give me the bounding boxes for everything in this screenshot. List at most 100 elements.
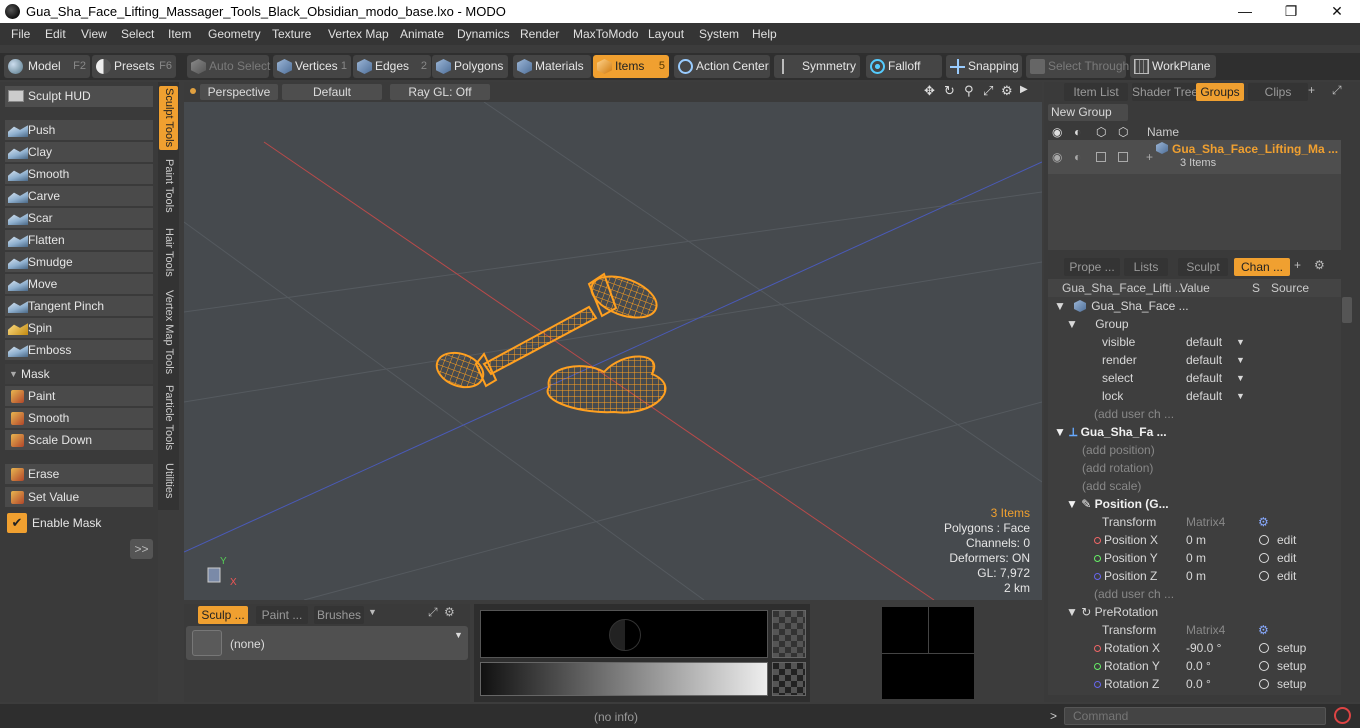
menu-select[interactable]: Select <box>121 27 154 41</box>
tool-tangent-pinch[interactable]: Tangent Pinch <box>5 296 153 317</box>
mask-erase[interactable]: Erase <box>5 464 153 485</box>
menu-layout[interactable]: Layout <box>648 27 684 41</box>
viewport-settings-gear-icon[interactable]: ⚙ <box>1001 83 1013 99</box>
tool-spin[interactable]: Spin <box>5 318 153 339</box>
tab-paint-brushes[interactable]: Paint ... <box>256 606 308 624</box>
model-button[interactable]: Model F2 <box>4 55 90 78</box>
checkmark-icon[interactable]: ✔ <box>7 513 27 533</box>
menu-texture[interactable]: Texture <box>272 27 311 41</box>
channel-row[interactable]: Position Z 0 m edit <box>1054 567 1341 585</box>
tool-smudge[interactable]: Smudge <box>5 252 153 273</box>
channel-row[interactable]: (add user ch ... <box>1054 585 1341 603</box>
tab-channels[interactable]: Chan ... <box>1234 258 1290 276</box>
group-render-icon[interactable]: ◐ <box>1074 150 1081 164</box>
channel-row[interactable]: Position Y 0 m edit <box>1054 549 1341 567</box>
channel-row[interactable]: select default ▼ <box>1054 369 1341 387</box>
tab-properties[interactable]: Prope ... <box>1064 258 1120 276</box>
tool-smooth[interactable]: Smooth <box>5 164 153 185</box>
menu-file[interactable]: File <box>11 27 30 41</box>
tab-item-list[interactable]: Item List <box>1064 83 1128 101</box>
tab-brushes[interactable]: Brushes <box>314 606 364 624</box>
channel-row[interactable]: ▼ ↻ PreRotation <box>1054 603 1341 621</box>
auto-select-button[interactable]: Auto Select <box>187 55 270 78</box>
menu-help[interactable]: Help <box>752 27 777 41</box>
channel-row[interactable]: (add user ch ... <box>1054 405 1341 423</box>
tab-groups[interactable]: Groups <box>1196 83 1244 101</box>
tab-vertex-map-tools[interactable]: Vertex Map Tools <box>159 288 178 376</box>
dropdown-arrow-icon[interactable]: ▼ <box>1236 387 1245 405</box>
close-button[interactable]: ✕ <box>1314 0 1360 23</box>
3d-viewport[interactable]: Perspective Default Ray GL: Off ✥ ↻ ⚲ ⤢ … <box>184 82 1042 600</box>
channels-scrollbar[interactable] <box>1342 297 1352 323</box>
dropdown-arrow-icon[interactable]: ▼ <box>1236 369 1245 387</box>
expand-button[interactable]: >> <box>130 539 153 559</box>
keyframe-circle-icon[interactable] <box>1259 553 1269 563</box>
tool-carve[interactable]: Carve <box>5 186 153 207</box>
channels-settings-gear-icon[interactable]: ⚙ <box>1314 258 1325 272</box>
new-group-button[interactable]: New Group <box>1048 104 1128 121</box>
shading-default-button[interactable]: Default <box>282 84 382 100</box>
menu-vertex-map[interactable]: Vertex Map <box>328 27 389 41</box>
viewport-more-arrow-icon[interactable]: ▶ <box>1020 84 1028 95</box>
keyframe-circle-icon[interactable] <box>1259 679 1269 689</box>
tool-emboss[interactable]: Emboss <box>5 340 153 361</box>
command-input[interactable] <box>1064 707 1326 725</box>
group-select-checkbox[interactable] <box>1096 152 1106 162</box>
texture-alpha-swatch[interactable] <box>772 610 806 658</box>
menu-animate[interactable]: Animate <box>400 27 444 41</box>
channel-row[interactable]: ▼ ✎ Position (G... <box>1054 495 1341 513</box>
sculpt-hud-button[interactable]: Sculpt HUD <box>5 86 153 108</box>
menu-system[interactable]: System <box>699 27 739 41</box>
items-button[interactable]: Items 5 <box>593 55 669 78</box>
tool-flatten[interactable]: Flatten <box>5 230 153 251</box>
link-gear-icon[interactable]: ⚙ <box>1258 513 1269 531</box>
action-center-button[interactable]: Action Center <box>674 55 770 78</box>
menu-item[interactable]: Item <box>168 27 191 41</box>
keyframe-circle-icon[interactable] <box>1259 661 1269 671</box>
vertices-button[interactable]: Vertices 1 <box>273 55 351 78</box>
tab-sculpt-tools[interactable]: Sculpt Tools <box>159 86 178 150</box>
brush-preset-selector[interactable]: (none) ▼ <box>186 626 468 660</box>
minimize-button[interactable]: — <box>1222 0 1268 23</box>
snapping-button[interactable]: Snapping <box>946 55 1022 78</box>
edges-button[interactable]: Edges 2 <box>353 55 431 78</box>
tab-shader-tree[interactable]: Shader Tree <box>1132 83 1198 101</box>
mask-scale-down[interactable]: Scale Down <box>5 430 153 451</box>
channel-row[interactable]: ▼ ⟂ Gua_Sha_Fa ... <box>1054 423 1341 441</box>
group-eye-icon[interactable]: ◉ <box>1052 150 1062 164</box>
channel-row[interactable]: Rotation Z 0.0 ° setup <box>1054 675 1341 693</box>
tool-clay[interactable]: Clay <box>5 142 153 163</box>
tool-push[interactable]: Push <box>5 120 153 141</box>
channel-row[interactable]: render default ▼ <box>1054 351 1341 369</box>
fit-view-icon[interactable]: ⤢ <box>983 83 993 99</box>
tab-hair-tools[interactable]: Hair Tools <box>159 224 178 280</box>
tab-lists[interactable]: Lists <box>1124 258 1168 276</box>
channel-row[interactable]: Rotation Y 0.0 ° setup <box>1054 657 1341 675</box>
keyframe-circle-icon[interactable] <box>1259 535 1269 545</box>
move-view-icon[interactable]: ✥ <box>924 83 935 99</box>
materials-button[interactable]: Materials <box>513 55 591 78</box>
dropdown-arrow-icon[interactable]: ▼ <box>1236 333 1245 351</box>
channel-row[interactable]: (add scale) <box>1054 477 1341 495</box>
menu-render[interactable]: Render <box>520 27 559 41</box>
tab-sculpt[interactable]: Sculpt <box>1178 258 1228 276</box>
workplane-button[interactable]: WorkPlane <box>1130 55 1216 78</box>
keyframe-circle-icon[interactable] <box>1259 643 1269 653</box>
brush-texture-preview[interactable] <box>480 610 768 658</box>
menu-view[interactable]: View <box>81 27 107 41</box>
polygons-button[interactable]: Polygons <box>432 55 508 78</box>
channel-row[interactable]: ▼ Gua_Sha_Face ... <box>1054 297 1341 315</box>
group-row[interactable]: ◉ ◐ + Gua_Sha_Face_Lifting_Ma ... 3 Item… <box>1048 140 1341 174</box>
maximize-button[interactable]: ❐ <box>1268 0 1314 23</box>
record-macro-icon[interactable] <box>1334 707 1351 724</box>
channel-row[interactable]: visible default ▼ <box>1054 333 1341 351</box>
raygl-button[interactable]: Ray GL: Off <box>390 84 490 100</box>
viewport-menu-dot-icon[interactable] <box>190 88 196 94</box>
mask-set-value[interactable]: Set Value <box>5 487 153 508</box>
brush-panel-expand-icon[interactable]: ⤢ <box>428 605 438 620</box>
rotate-view-icon[interactable]: ↻ <box>944 83 955 99</box>
view-perspective-button[interactable]: Perspective <box>200 84 278 100</box>
channel-row[interactable]: (add position) <box>1054 441 1341 459</box>
add-tab-icon[interactable]: + <box>1308 83 1315 97</box>
group-lock-checkbox[interactable] <box>1118 152 1128 162</box>
